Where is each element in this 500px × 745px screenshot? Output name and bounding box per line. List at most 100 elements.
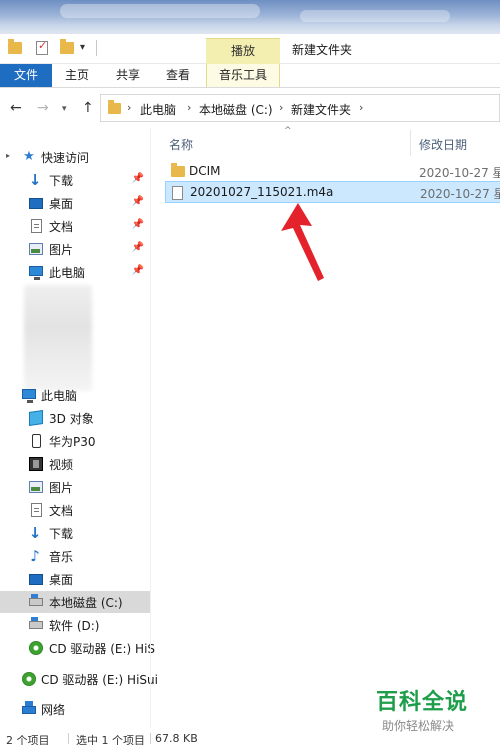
forward-arrow-icon[interactable]: → — [37, 100, 49, 116]
pin-icon: 📌 — [131, 265, 144, 276]
sidebar-item-documents-pc[interactable]: 文档 — [0, 499, 150, 521]
divider — [68, 733, 69, 744]
sidebar-item-music[interactable]: ♪ 音乐 — [0, 545, 150, 567]
sidebar-item-label: 网络 — [41, 703, 66, 717]
sidebar-item-label: 华为P30 — [49, 435, 96, 449]
chevron-right-icon[interactable]: › — [187, 101, 191, 114]
watermark-title: 百科全说 — [376, 690, 469, 715]
chevron-down-icon[interactable]: ▸ — [6, 151, 10, 160]
table-row[interactable]: DCIM 2020-10-27 星期 — [165, 161, 500, 183]
sidebar-item-label: 桌面 — [49, 573, 74, 587]
column-header-name[interactable]: 名称 — [169, 136, 193, 153]
divider — [150, 733, 151, 744]
sidebar-item-cd-drive[interactable]: CD 驱动器 (E:) HiSui — [0, 668, 158, 690]
sidebar-item-label: 此电脑 — [49, 266, 86, 280]
download-icon: ↓ — [28, 171, 42, 189]
sidebar-item-downloads[interactable]: ↓ 下载 📌 — [0, 169, 150, 191]
column-divider[interactable] — [410, 130, 411, 156]
videos-icon — [29, 457, 43, 471]
pin-icon: 📌 — [131, 196, 144, 207]
navigation-pane: ▸ ★ 快速访问 ↓ 下载 📌 桌面 📌 文档 📌 图片 📌 此电脑 📌 此电脑… — [0, 140, 158, 730]
sidebar-item-desktop[interactable]: 桌面 📌 — [0, 192, 150, 214]
sidebar-item-label: 图片 — [49, 243, 74, 257]
documents-icon — [31, 219, 42, 233]
download-icon: ↓ — [28, 524, 42, 542]
breadcrumb-local-disk[interactable]: 本地磁盘 (C:) — [199, 101, 273, 118]
sidebar-item-label: 文档 — [49, 220, 74, 234]
sidebar-item-label: 快速访问 — [41, 151, 90, 165]
breadcrumb-this-pc[interactable]: 此电脑 — [140, 101, 176, 118]
sidebar-item-software-d[interactable]: 软件 (D:) — [0, 614, 150, 636]
chevron-right-icon[interactable]: › — [359, 101, 363, 114]
recent-locations-chevron-icon[interactable]: ▾ — [62, 104, 67, 114]
3d-objects-icon — [29, 410, 43, 426]
pictures-icon — [29, 243, 43, 255]
sidebar-item-videos[interactable]: 视频 — [0, 453, 150, 475]
sidebar-item-label: 此电脑 — [41, 389, 78, 403]
sidebar-item-label: 本地磁盘 (C:) — [49, 596, 123, 610]
sidebar-item-label: 视频 — [49, 458, 74, 472]
file-date: 2020-10-27 星期 — [419, 166, 500, 180]
sidebar-item-3d-objects[interactable]: 3D 对象 — [0, 407, 150, 429]
sidebar-item-documents[interactable]: 文档 📌 — [0, 215, 150, 237]
pin-icon: 📌 — [131, 173, 144, 184]
breadcrumb-new-folder[interactable]: 新建文件夹 — [291, 101, 351, 118]
tab-music-tools[interactable]: 音乐工具 — [206, 64, 280, 87]
sidebar-item-label: CD 驱动器 (E:) HiS — [49, 642, 156, 656]
window-title: 新建文件夹 — [292, 43, 353, 57]
file-name: 20201027_115021.m4a — [190, 185, 334, 199]
sidebar-item-label: 音乐 — [49, 550, 74, 564]
this-pc-icon — [22, 389, 36, 403]
this-pc-icon — [29, 266, 43, 280]
back-arrow-icon[interactable]: ← — [10, 100, 22, 116]
sidebar-item-quick-access[interactable]: ▸ ★ 快速访问 — [0, 146, 150, 168]
annotation-arrow-icon — [281, 203, 324, 281]
table-row[interactable]: 20201027_115021.m4a 2020-10-27 星期 — [165, 181, 500, 203]
sidebar-item-label: 下载 — [49, 527, 74, 541]
contextual-tab-play[interactable]: 播放 — [206, 38, 280, 64]
phone-icon — [32, 434, 41, 448]
pin-icon: 📌 — [131, 219, 144, 230]
divider — [96, 40, 97, 56]
sidebar-item-huawei-p30[interactable]: 华为P30 — [0, 430, 150, 452]
sidebar-item-this-pc[interactable]: 此电脑 — [0, 384, 150, 406]
tab-home[interactable]: 主页 — [65, 64, 89, 87]
tab-file[interactable]: 文件 — [0, 64, 52, 87]
desktop-icon — [29, 574, 43, 585]
folder-icon[interactable] — [8, 39, 22, 54]
cd-drive-icon — [29, 641, 43, 655]
network-icon — [22, 701, 36, 714]
tab-view[interactable]: 查看 — [166, 64, 190, 87]
quick-access-dropdown-icon[interactable]: ▾ — [80, 42, 85, 53]
blurred-region — [24, 285, 92, 391]
sidebar-item-local-disk-c[interactable]: 本地磁盘 (C:) — [0, 591, 150, 613]
sidebar-item-this-pc-pinned[interactable]: 此电脑 📌 — [0, 261, 150, 283]
watermark: 百科全说 助你轻松解决 — [376, 684, 500, 734]
desktop-wallpaper — [0, 0, 500, 34]
column-header-date-modified[interactable]: 修改日期 — [419, 136, 467, 153]
cd-drive-icon — [22, 672, 36, 686]
sidebar-item-pictures-pc[interactable]: 图片 — [0, 476, 150, 498]
sidebar-item-label: 桌面 — [49, 197, 74, 211]
file-name: DCIM — [189, 164, 221, 178]
tab-share[interactable]: 共享 — [116, 64, 140, 87]
sidebar-item-label: 3D 对象 — [49, 412, 94, 426]
up-arrow-icon[interactable]: ↑ — [82, 100, 94, 116]
chevron-right-icon[interactable]: › — [127, 101, 131, 114]
properties-icon[interactable] — [36, 39, 48, 55]
drive-icon — [29, 617, 43, 629]
pin-icon: 📌 — [131, 242, 144, 253]
sidebar-item-network[interactable]: 网络 — [0, 698, 150, 720]
sidebar-item-pictures[interactable]: 图片 📌 — [0, 238, 150, 260]
chevron-right-icon[interactable]: › — [279, 101, 283, 114]
sidebar-item-downloads-pc[interactable]: ↓ 下载 — [0, 522, 150, 544]
ribbon-tabs: 文件 主页 共享 查看 音乐工具 — [0, 64, 500, 88]
sidebar-item-cd-drive-pc[interactable]: CD 驱动器 (E:) HiS — [0, 637, 155, 659]
audio-file-icon — [172, 186, 183, 200]
sidebar-item-label: CD 驱动器 (E:) HiSui — [41, 673, 158, 687]
sort-ascending-icon: ^ — [284, 126, 292, 136]
new-folder-icon[interactable] — [60, 39, 74, 54]
file-date: 2020-10-27 星期 — [420, 187, 500, 201]
address-bar[interactable]: › 此电脑 › 本地磁盘 (C:) › 新建文件夹 › — [100, 94, 500, 122]
sidebar-item-desktop-pc[interactable]: 桌面 — [0, 568, 150, 590]
